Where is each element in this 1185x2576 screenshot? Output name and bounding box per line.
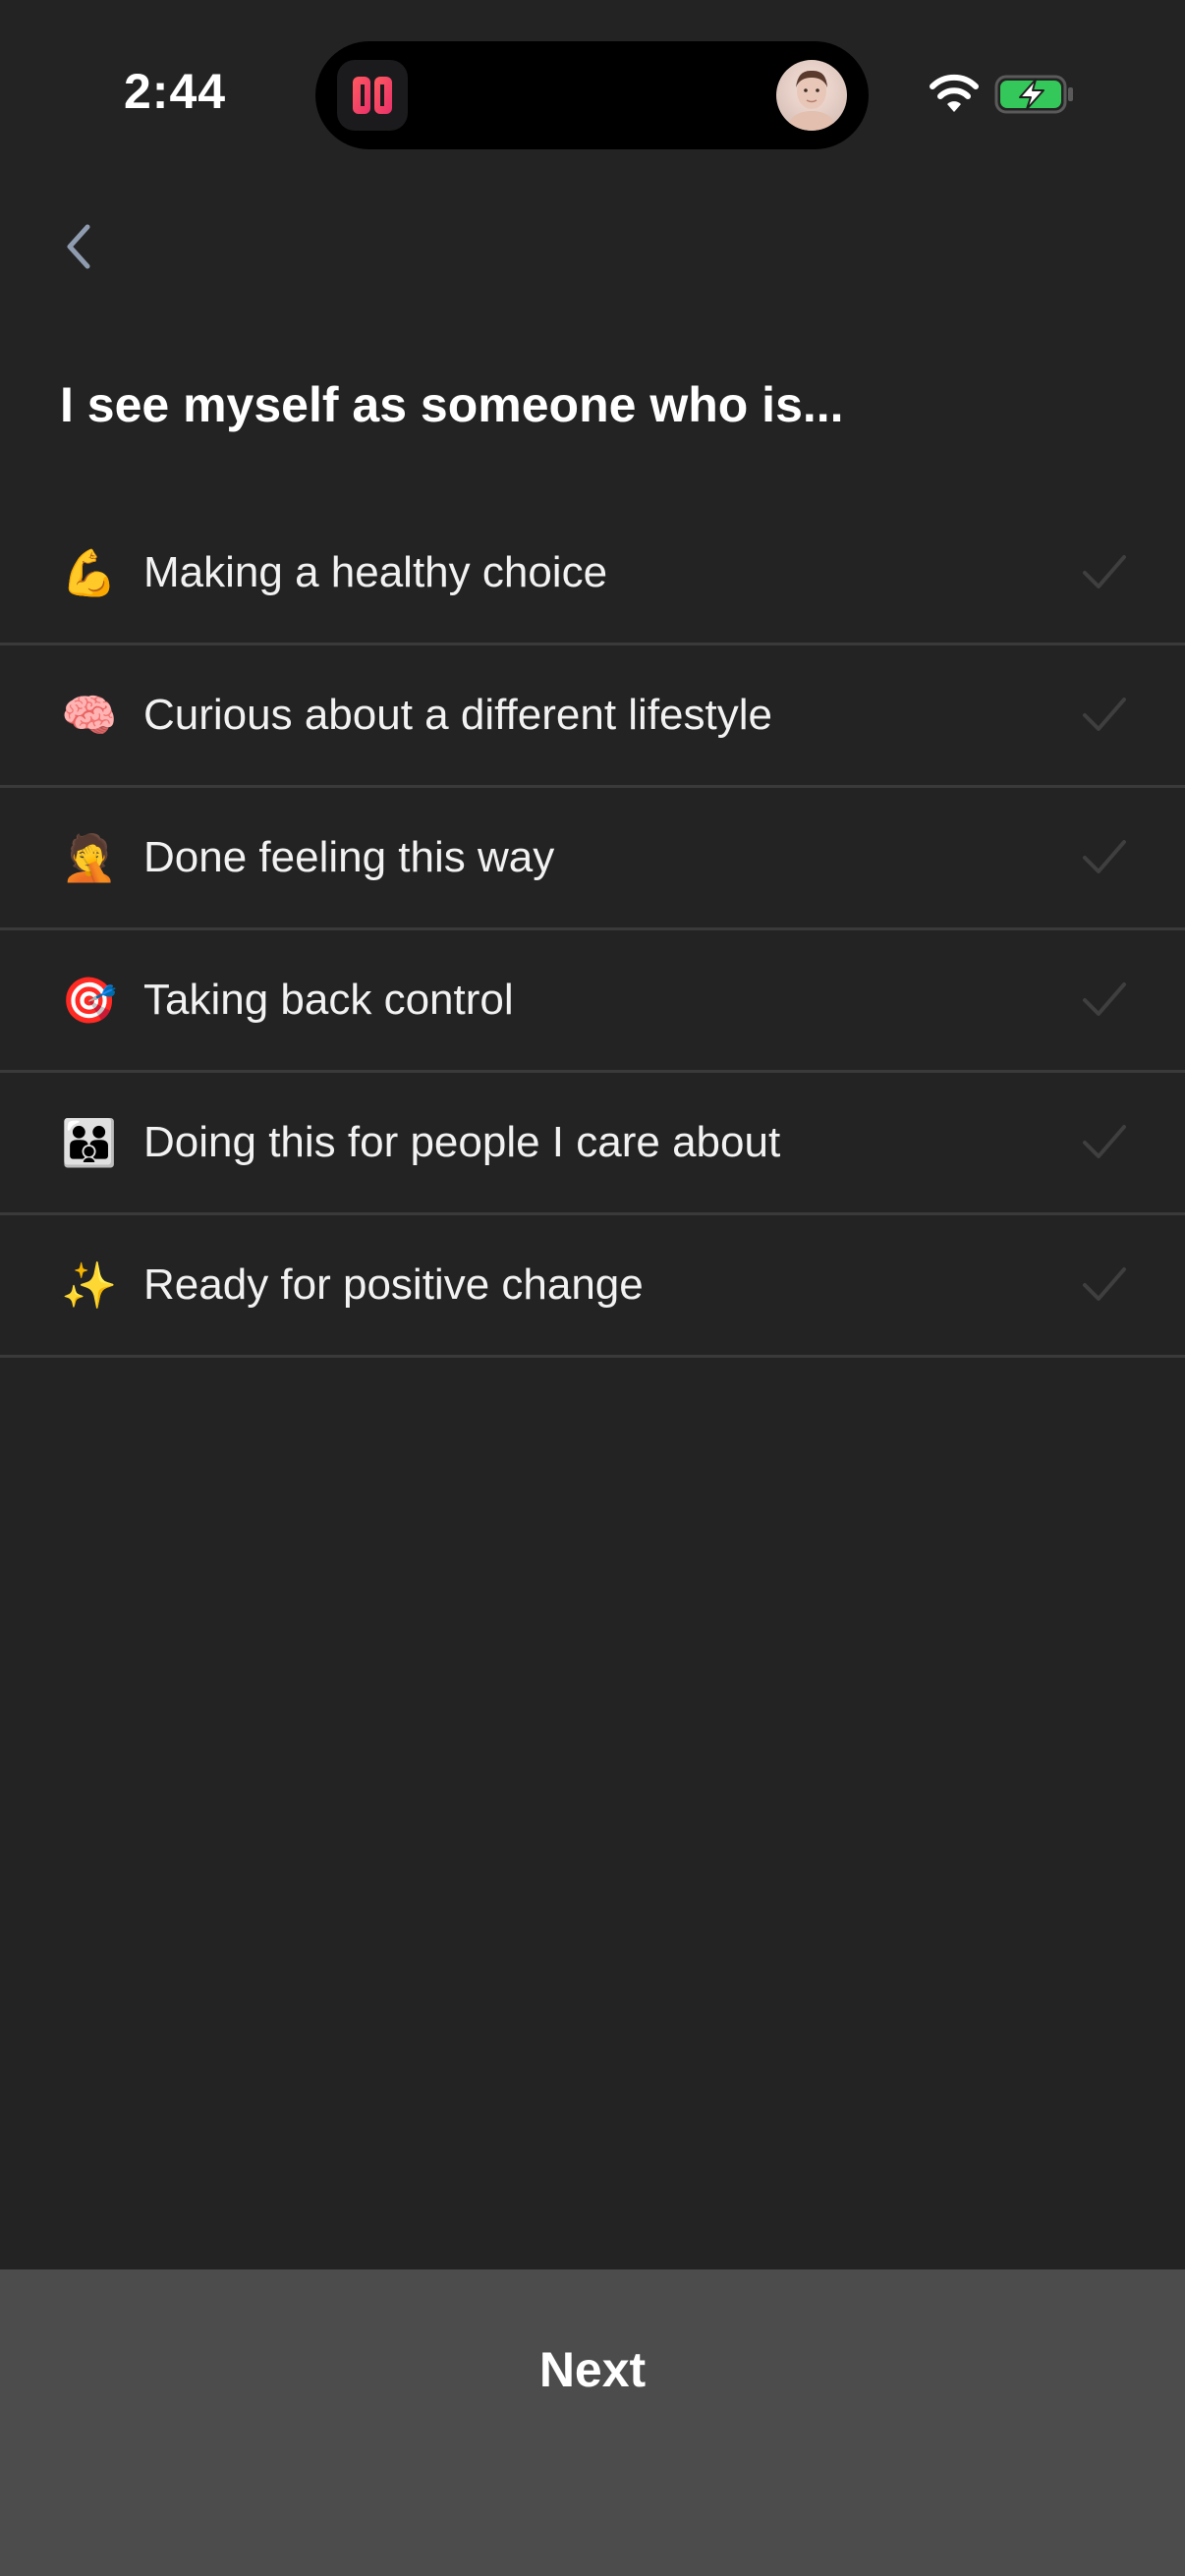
battery-charging-icon (994, 75, 1073, 114)
avatar (776, 60, 847, 131)
option-label: Done feeling this way (143, 833, 555, 881)
next-button[interactable] (0, 2269, 1185, 2576)
option-label: Taking back control (143, 976, 514, 1024)
status-time: 2:44 (124, 64, 227, 119)
checkmark-icon (1083, 1125, 1126, 1158)
dynamic-island (315, 41, 869, 149)
facepalm-icon: 🤦 (61, 832, 118, 883)
flexed-biceps-icon: 💪 (61, 547, 118, 598)
option-label: Doing this for people I care about (143, 1118, 781, 1166)
option-item-healthy-choice[interactable]: 💪 Making a healthy choice (0, 503, 1185, 645)
option-item-done-feeling[interactable]: 🤦 Done feeling this way (0, 788, 1185, 930)
checkmark-icon (1083, 698, 1126, 731)
family-icon: 👪 (61, 1117, 118, 1168)
option-label: Making a healthy choice (143, 548, 608, 596)
brain-icon: 🧠 (61, 690, 118, 741)
next-button-label: Next (538, 2342, 647, 2397)
wifi-icon (930, 74, 979, 112)
option-item-positive-change[interactable]: ✨ Ready for positive change (0, 1215, 1185, 1358)
page-title: I see myself as someone who is... (60, 377, 844, 432)
screen: 2:44 I see myself as someone who is... 💪… (0, 0, 1185, 2576)
checkmark-icon (1083, 840, 1126, 873)
app-icon (337, 60, 408, 131)
checkmark-icon (1083, 1267, 1126, 1301)
checkmark-icon (1083, 555, 1126, 588)
option-item-people-care[interactable]: 👪 Doing this for people I care about (0, 1073, 1185, 1215)
checkmark-icon (1083, 982, 1126, 1016)
target-icon: 🎯 (61, 975, 118, 1026)
back-button[interactable] (49, 216, 108, 277)
option-label: Ready for positive change (143, 1260, 644, 1309)
option-label: Curious about a different lifestyle (143, 691, 772, 739)
option-list: 💪 Making a healthy choice 🧠 Curious abou… (0, 503, 1185, 1358)
sparkles-icon: ✨ (61, 1260, 118, 1311)
chevron-left-icon (67, 224, 90, 269)
option-item-curious-lifestyle[interactable]: 🧠 Curious about a different lifestyle (0, 645, 1185, 788)
option-item-back-control[interactable]: 🎯 Taking back control (0, 930, 1185, 1073)
